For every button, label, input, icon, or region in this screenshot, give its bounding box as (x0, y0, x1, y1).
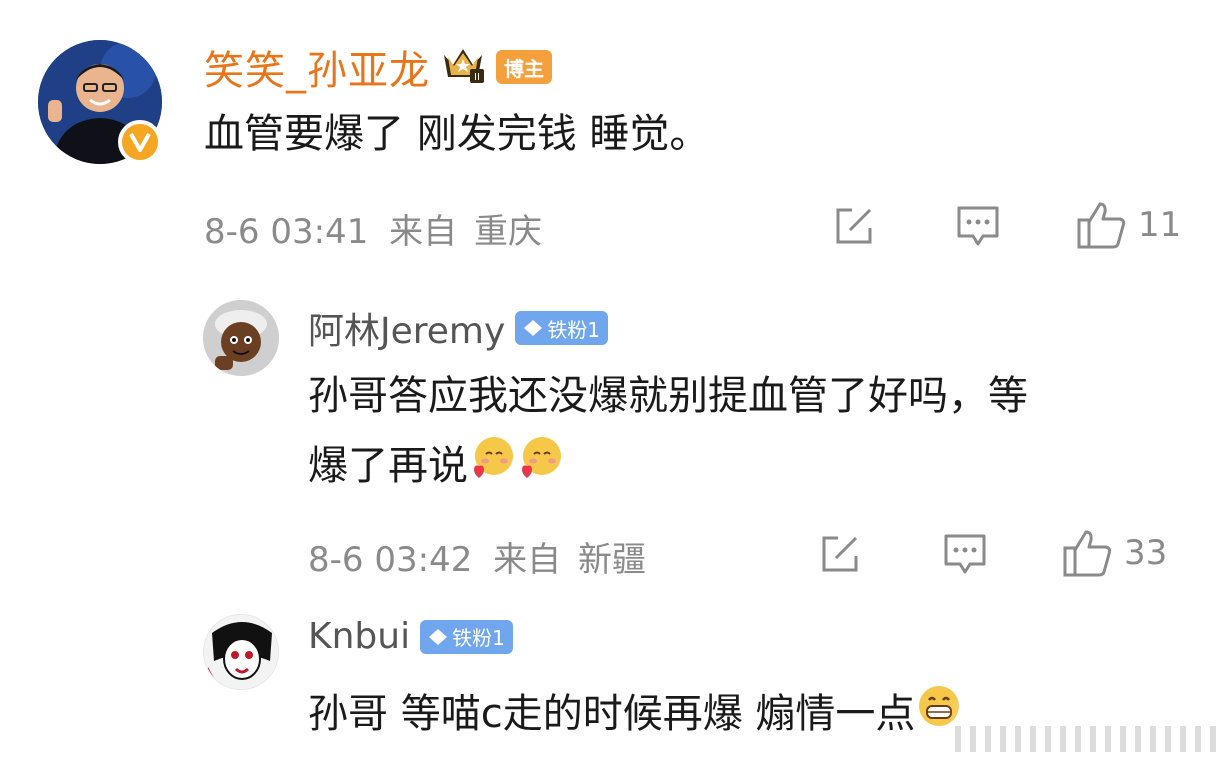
thumbs-up-icon (1063, 530, 1112, 577)
fan-badge: 铁粉1 (420, 619, 513, 654)
comment-text-content: 孙哥 等喵c走的时候再爆 煽情一点 (308, 691, 916, 737)
shy-heart-emoji (516, 434, 564, 503)
comment-location: 重庆 (473, 212, 542, 252)
comment-author[interactable]: 阿林Jeremy (308, 302, 505, 354)
comment-text: 血管要爆了 刚发完钱 睡觉。 (204, 111, 710, 157)
avatar-image (203, 300, 279, 376)
comment-time: 8-6 03:42 (308, 540, 473, 580)
crown-level-ii-icon: II (440, 45, 486, 89)
like-button[interactable]: 11 (1076, 200, 1181, 250)
comment-time: 8-6 03:41 (204, 212, 369, 252)
comment-from-label: 来自 (389, 212, 458, 252)
fan-badge-label: 铁粉1 (452, 626, 505, 650)
shy-heart-emoji (468, 434, 516, 503)
comment-author[interactable]: Knbui (308, 616, 410, 657)
share-edit-icon (822, 536, 858, 572)
avatar-image (204, 615, 278, 689)
share-edit-icon (836, 208, 872, 244)
watermark (955, 726, 1216, 752)
verified-v-icon (118, 120, 162, 164)
thumbs-up-icon (1077, 202, 1126, 249)
repost-button[interactable] (832, 204, 876, 248)
comment-text: 孙哥 等喵c走的时候再爆 煽情一点 (308, 680, 963, 751)
like-count: 33 (1124, 533, 1168, 573)
like-count: 11 (1138, 205, 1182, 245)
diamond-icon (524, 320, 543, 336)
avatar[interactable] (203, 614, 279, 690)
reply-button[interactable] (942, 532, 988, 576)
comment-author[interactable]: 笑笑_孙亚龙 (204, 38, 430, 96)
fan-badge-label: 铁粉1 (547, 317, 601, 342)
comment-text-line-2-text: 爆了再说 (308, 443, 468, 489)
like-button[interactable]: 33 (1062, 528, 1167, 578)
comment-meta: 8-6 03:42 来自 新疆 (308, 532, 646, 581)
svg-text:II: II (474, 72, 480, 83)
blogger-badge: 博主 (496, 50, 552, 84)
reply-button[interactable] (955, 204, 1001, 248)
comment-from-label: 来自 (493, 540, 562, 580)
avatar[interactable] (203, 300, 279, 376)
comment-text-line-2: 爆了再说 (308, 432, 564, 503)
comment-text-line-1: 孙哥答应我还没爆就别提血管了好吗，等 (308, 373, 1028, 419)
diamond-icon (429, 628, 448, 645)
fan-badge: 铁粉1 (515, 311, 609, 345)
comment-meta: 8-6 03:41 来自 重庆 (204, 204, 542, 253)
comment-bubble-icon (957, 206, 999, 246)
comment-bubble-icon (944, 534, 986, 574)
repost-button[interactable] (818, 532, 862, 576)
comment-location: 新疆 (577, 540, 646, 580)
